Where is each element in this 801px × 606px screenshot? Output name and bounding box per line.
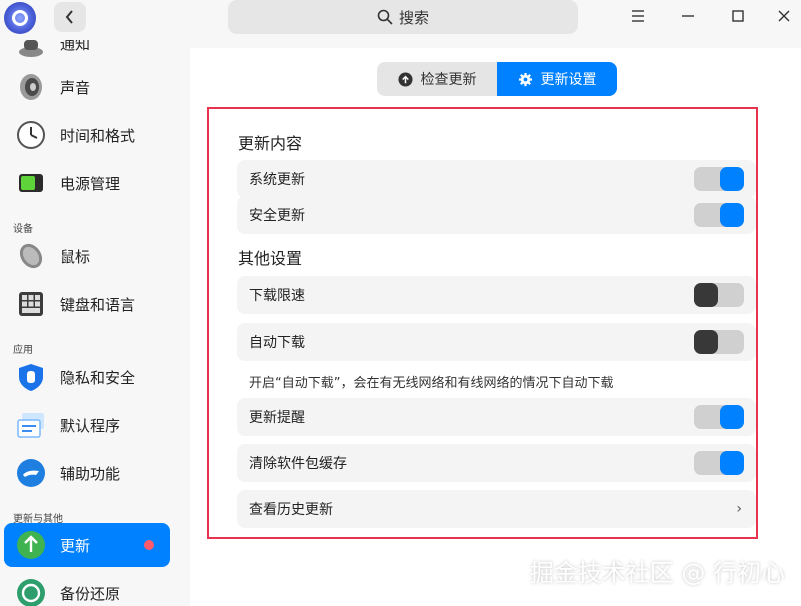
clock-icon — [17, 121, 45, 149]
category-devices: 设备 — [13, 224, 33, 235]
sidebar-item-mouse[interactable]: 鼠标 — [4, 234, 170, 278]
search-icon — [377, 9, 393, 25]
mouse-icon — [19, 243, 43, 269]
tab-check-update-label: 检查更新 — [420, 72, 477, 88]
sidebar-item-time[interactable]: 时间和格式 — [4, 113, 170, 157]
highlighted-settings-panel: 更新内容 系统更新 安全更新 其他设置 下载限速 自动下载 开启“自动下载”，会… — [207, 107, 758, 539]
sidebar-item-label: 隐私和安全 — [60, 368, 136, 387]
backup-icon — [17, 579, 45, 606]
chevron-left-icon — [65, 10, 73, 24]
download-limit-label: 下载限速 — [249, 288, 305, 304]
sidebar-item-sound[interactable]: 声音 — [4, 65, 170, 109]
back-button[interactable] — [54, 2, 86, 32]
maximize-icon — [732, 10, 744, 22]
notification-icon — [19, 40, 43, 57]
tab-check-update[interactable]: 检查更新 — [377, 62, 497, 96]
battery-icon — [19, 174, 43, 192]
clear-cache-label: 清除软件包缓存 — [249, 456, 347, 472]
chevron-right-icon: › — [736, 501, 742, 517]
system-update-toggle[interactable] — [694, 167, 744, 191]
update-arrow-icon — [17, 531, 45, 559]
download-limit-toggle[interactable] — [694, 283, 744, 307]
row-update-history[interactable]: 查看历史更新 › — [237, 490, 756, 528]
row-auto-download: 自动下载 — [237, 323, 756, 361]
sidebar-item-label: 电源管理 — [60, 174, 121, 193]
sidebar-item-label: 通知 — [60, 40, 91, 53]
accessibility-icon — [17, 459, 45, 487]
gear-icon — [518, 72, 532, 86]
close-button[interactable] — [772, 6, 796, 26]
app-logo — [4, 2, 36, 34]
sidebar-item-accessibility[interactable]: 辅助功能 — [4, 451, 170, 495]
minimize-icon — [682, 15, 694, 17]
section-title-update-content: 更新内容 — [238, 134, 303, 153]
sidebar-item-label: 鼠标 — [60, 247, 91, 266]
update-history-label: 查看历史更新 — [249, 502, 333, 518]
tab-update-settings-label: 更新设置 — [540, 72, 597, 88]
system-update-label: 系统更新 — [249, 172, 305, 188]
upload-circle-icon — [397, 71, 413, 87]
sidebar-item-backup[interactable]: 备份还原 — [4, 571, 170, 606]
auto-download-toggle[interactable] — [694, 330, 744, 354]
sidebar-item-notification[interactable]: 通知 — [4, 40, 170, 65]
update-reminder-toggle[interactable] — [694, 405, 744, 429]
security-update-toggle[interactable] — [694, 203, 744, 227]
sidebar: 通知 声音 时间和格式 电源管理 设备 鼠标 键盘和语言 应用 隐私和安全 默认… — [0, 40, 182, 606]
category-apps: 应用 — [13, 345, 33, 356]
sidebar-item-label: 声音 — [60, 78, 91, 97]
sidebar-item-privacy[interactable]: 隐私和安全 — [4, 355, 170, 399]
clear-cache-toggle[interactable] — [694, 451, 744, 475]
row-security-update: 安全更新 — [237, 196, 756, 234]
row-clear-cache: 清除软件包缓存 — [237, 444, 756, 482]
main-content: 检查更新 更新设置 更新内容 系统更新 安全更新 其他设置 下载限速 自动下载 … — [190, 48, 801, 606]
update-badge — [144, 540, 154, 550]
row-system-update: 系统更新 — [237, 160, 756, 198]
security-update-label: 安全更新 — [249, 208, 305, 224]
sidebar-item-label: 默认程序 — [60, 416, 121, 435]
sidebar-item-label: 备份还原 — [60, 584, 121, 603]
sidebar-item-power[interactable]: 电源管理 — [4, 161, 170, 205]
sidebar-item-default-apps[interactable]: 默认程序 — [4, 403, 170, 447]
sidebar-item-label: 键盘和语言 — [60, 295, 136, 314]
sidebar-item-label: 更新 — [60, 536, 91, 555]
sidebar-item-update[interactable]: 更新 — [4, 523, 170, 567]
sidebar-item-keyboard[interactable]: 键盘和语言 — [4, 282, 170, 326]
menu-button[interactable] — [626, 6, 650, 26]
search-input[interactable]: 搜索 — [228, 0, 578, 34]
sidebar-item-label: 时间和格式 — [60, 126, 136, 145]
row-download-limit: 下载限速 — [237, 276, 756, 314]
shield-hand-icon — [19, 364, 43, 391]
hamburger-menu-icon — [632, 10, 644, 22]
row-update-reminder: 更新提醒 — [237, 398, 756, 436]
update-tabs: 检查更新 更新设置 — [377, 62, 617, 96]
watermark: 掘金技术社区 @ 行初心 — [529, 559, 785, 587]
maximize-button[interactable] — [726, 6, 750, 26]
update-reminder-label: 更新提醒 — [249, 410, 305, 426]
keyboard-icon — [19, 292, 43, 316]
auto-download-hint: 开启“自动下载”，会在有无线网络和有线网络的情况下自动下载 — [249, 376, 614, 391]
search-placeholder: 搜索 — [398, 8, 429, 27]
sidebar-item-label: 辅助功能 — [60, 464, 121, 483]
close-icon — [778, 10, 790, 22]
speaker-icon — [20, 74, 42, 100]
minimize-button[interactable] — [676, 6, 700, 26]
default-apps-icon — [17, 413, 44, 438]
tab-update-settings[interactable]: 更新设置 — [497, 62, 617, 96]
section-title-other: 其他设置 — [238, 249, 303, 268]
auto-download-label: 自动下载 — [249, 335, 305, 351]
title-bar: 搜索 — [0, 0, 801, 40]
